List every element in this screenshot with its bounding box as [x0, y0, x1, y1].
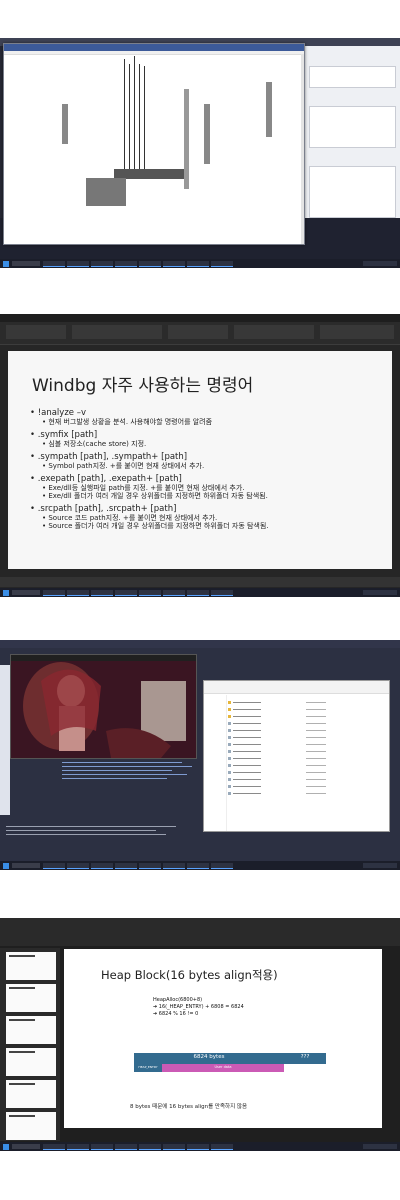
code-line: HeapAlloc(6800+8)	[153, 997, 203, 1003]
user-data-label: User data	[214, 1065, 232, 1069]
taskbar	[0, 588, 400, 597]
code-lines: HeapAlloc(6800+8) ➔ 16(_HEAP_ENTRY) + 68…	[153, 997, 244, 1018]
slide-thumbnails[interactable]	[0, 948, 60, 1141]
taskbar	[0, 861, 400, 870]
command-description: • Source 폴더가 여러 개일 경우 상위폴더를 지정하면 하위폴더 자동…	[42, 522, 269, 530]
command-description: • 심볼 저장소(cache store) 지정.	[42, 440, 147, 448]
command-description: • Exe/dll 폴더가 여러 개일 경우 상위폴더를 지정하면 하위폴더 자…	[42, 492, 268, 500]
slide-thumbnail[interactable]	[6, 952, 56, 980]
system-tray	[363, 261, 397, 266]
scrollbar[interactable]	[301, 54, 304, 244]
panel-section	[309, 166, 396, 218]
user-data-block: User data	[162, 1064, 284, 1072]
slide-thumbnail[interactable]	[6, 984, 56, 1012]
viewer-window[interactable]	[3, 43, 305, 245]
block-size-label: 6824 bytes	[193, 1054, 225, 1060]
desktop-screenshot	[0, 640, 400, 870]
system-tray	[363, 863, 397, 868]
command-item: • .sympath [path], .sympath+ [path]	[30, 452, 188, 462]
ide-side-panel	[305, 46, 400, 246]
slide-title: Windbg 자주 사용하는 명령어	[32, 376, 254, 396]
start-icon[interactable]	[3, 260, 9, 267]
command-description: • Exe/dll등 실행파일 path를 지정. +를 붙이면 현재 상태에서…	[42, 484, 245, 492]
command-description: • Source 코드 path지정. +를 붙이면 현재 상태에서 추가.	[42, 514, 218, 522]
command-item: • .symfix [path]	[30, 430, 98, 440]
slide-note: 8 bytes 때문에 16 bytes align를 만족하지 않음	[130, 1104, 248, 1110]
panel-section	[309, 66, 396, 88]
search-box[interactable]	[12, 261, 40, 266]
ribbon	[0, 918, 400, 946]
heap-entry-block: HEAP_ENTRY	[134, 1064, 162, 1072]
heap-slide-screenshot: Heap Block(16 bytes align적용) HeapAlloc(6…	[0, 918, 400, 1151]
debugger-screenshot	[0, 38, 400, 268]
taskbar	[0, 259, 400, 268]
unknown-label: ???	[300, 1054, 310, 1060]
file-explorer-window[interactable]	[203, 680, 390, 832]
search-box[interactable]	[12, 590, 40, 595]
search-box[interactable]	[12, 1144, 40, 1149]
command-item: • .exepath [path], .exepath+ [path]	[30, 474, 182, 484]
explorer-toolbar[interactable]	[204, 681, 389, 694]
status-bar	[0, 577, 400, 587]
start-icon[interactable]	[3, 589, 9, 596]
media-player-window[interactable]	[10, 654, 197, 759]
command-list: • !analyze –v • 현재 버그발생 상황을 분석. 사용해야할 명령어…	[30, 408, 384, 530]
command-item: • .srcpath [path], .srcpath+ [path]	[30, 504, 177, 514]
search-box[interactable]	[12, 863, 40, 868]
slide-thumbnail[interactable]	[6, 1080, 56, 1108]
solution-explorer	[0, 665, 10, 815]
slide-title: Heap Block(16 bytes align적용)	[101, 968, 278, 982]
slide-thumbnail[interactable]	[6, 1016, 56, 1044]
unknown-block: ???	[284, 1053, 326, 1064]
panel-section	[309, 106, 396, 148]
windbg-slide-screenshot: Windbg 자주 사용하는 명령어 • !analyze –v • 현재 버그발…	[0, 314, 400, 597]
code-line: ➔ 6824 % 16 != 0	[153, 1011, 199, 1017]
slide: Windbg 자주 사용하는 명령어 • !analyze –v • 현재 버그발…	[8, 351, 392, 569]
ribbon-tabs[interactable]	[0, 314, 400, 322]
system-tray	[363, 590, 397, 595]
command-item: • !analyze –v	[30, 408, 86, 418]
window-toolbar	[4, 51, 304, 55]
slide: Heap Block(16 bytes align적용) HeapAlloc(6…	[64, 949, 382, 1128]
slide-thumbnail[interactable]	[6, 1112, 56, 1140]
system-tray	[363, 1144, 397, 1149]
heap-block: 6824 bytes	[134, 1053, 284, 1064]
ribbon	[0, 314, 400, 345]
window-title-bar[interactable]	[4, 44, 304, 51]
heap-entry-label: HEAP_ENTRY	[138, 1065, 158, 1069]
code-line: ➔ 16(_HEAP_ENTRY) + 6808 = 6824	[153, 1004, 244, 1010]
explorer-nav-pane[interactable]	[204, 695, 227, 831]
start-icon[interactable]	[3, 1143, 9, 1150]
taskbar	[0, 1142, 400, 1151]
start-icon[interactable]	[3, 862, 9, 869]
command-description: • 현재 버그발생 상황을 분석. 사용해야할 명령어를 알려줌	[42, 418, 213, 426]
command-description: • Symbol path지정. +를 붙이면 현재 상태에서 추가.	[42, 462, 205, 470]
slide-thumbnail[interactable]	[6, 1048, 56, 1076]
